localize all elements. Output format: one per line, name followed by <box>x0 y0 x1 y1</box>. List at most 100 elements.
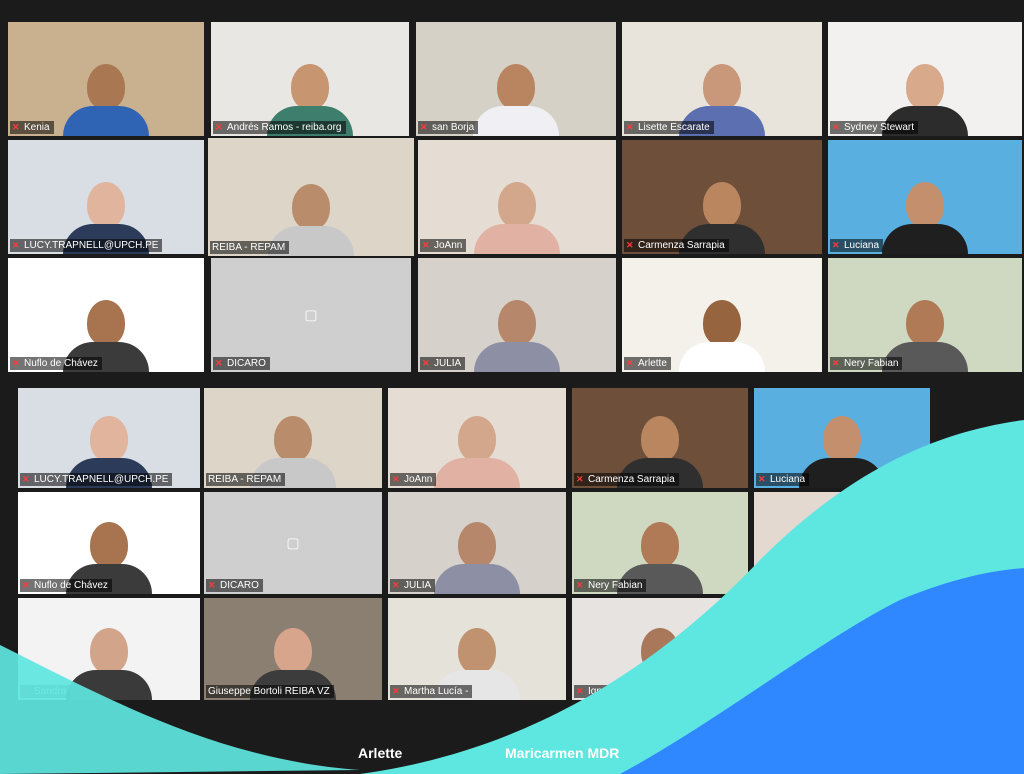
participant-tile[interactable]: ✕ JoAnn <box>418 140 616 254</box>
person-avatar <box>474 300 560 372</box>
participant-name: REIBA - REPAM <box>212 242 286 253</box>
person-avatar <box>882 182 968 254</box>
participant-namebar: ✕ JoAnn <box>390 473 437 486</box>
participant-namebar: ✕ Ignacio Poccena Chuve <box>574 685 698 698</box>
muted-mic-icon: ✕ <box>626 240 634 250</box>
participant-tile[interactable]: ▢ ✕ DICARO <box>211 258 411 372</box>
participant-video <box>208 138 414 256</box>
participant-video <box>418 140 616 254</box>
bottom-participant-name: Arlette <box>358 745 403 761</box>
participant-tile[interactable]: ✕ Carmenza Sarrapia <box>572 388 748 488</box>
participant-name: Martha Lucía - <box>404 686 469 697</box>
participant-name: Luciana <box>844 240 880 251</box>
participant-namebar: Giuseppe Bortoli REIBA VZ <box>206 685 334 698</box>
participant-tile[interactable]: ✕ Lisette Escarate <box>622 22 822 136</box>
person-avatar <box>434 522 520 594</box>
participant-name: Nery Fabian <box>844 358 899 369</box>
participant-namebar: ✕ LUCY.TRAPNELL@UPCH.PE <box>10 239 163 252</box>
participant-namebar: ✕ Arlette <box>624 357 671 370</box>
participant-tile[interactable]: ✕ JULIA <box>388 492 566 594</box>
participant-tile[interactable]: ✕ Ñuflo de Chávez <box>8 258 204 372</box>
participant-tile[interactable]: ✕ Ana María Misonera <box>754 492 930 594</box>
participant-video <box>622 22 822 136</box>
muted-mic-icon: ✕ <box>758 580 766 590</box>
participant-namebar: ✕ Kenia <box>10 121 54 134</box>
participant-tile[interactable]: ✕ Luciana <box>754 388 930 488</box>
participant-tile[interactable]: ✕ JoAnn <box>388 388 566 488</box>
participant-name: LUCY.TRAPNELL@UPCH.PE <box>34 474 169 485</box>
participant-namebar: ✕ san Borja <box>418 121 479 134</box>
muted-mic-icon: ✕ <box>12 358 20 368</box>
muted-mic-icon: ✕ <box>832 122 840 132</box>
participant-name: DICARO <box>227 358 266 369</box>
participant-namebar: REIBA - REPAM <box>206 473 286 486</box>
participant-namebar: ✕ Carmenza Sarrapia <box>574 473 679 486</box>
participant-tile[interactable]: ✕ Ñuflo de Chávez <box>18 492 200 594</box>
participant-tile[interactable]: ✕ san Borja <box>416 22 616 136</box>
person-avatar <box>799 416 885 488</box>
participant-name: JoAnn <box>404 474 433 485</box>
muted-mic-icon: ✕ <box>626 358 634 368</box>
participant-tile-active-speaker[interactable]: REIBA - REPAM <box>208 138 414 256</box>
person-avatar <box>473 64 559 136</box>
participant-namebar: ✕ LUCY.TRAPNELL@UPCH.PE <box>20 473 173 486</box>
participant-tile[interactable]: Giuseppe Bortoli REIBA VZ <box>204 598 382 700</box>
person-avatar <box>679 300 765 372</box>
muted-mic-icon: ✕ <box>208 580 216 590</box>
participant-namebar: ✕ Ñuflo de Chávez <box>20 579 112 592</box>
muted-mic-icon: ✕ <box>422 240 430 250</box>
participant-namebar: ✕ Martha Lucía - <box>390 685 473 698</box>
participant-video <box>8 258 204 372</box>
person-avatar <box>474 182 560 254</box>
muted-mic-icon: ✕ <box>392 686 400 696</box>
participant-name: LUCY.TRAPNELL@UPCH.PE <box>24 240 159 251</box>
participant-tile[interactable]: ✕ Ignacio Poccena Chuve <box>572 598 748 700</box>
muted-mic-icon: ✕ <box>215 122 223 132</box>
participant-namebar: REIBA - REPAM <box>210 241 290 254</box>
participant-video <box>622 258 822 372</box>
participant-tile[interactable]: ✕ Nery Fabian <box>828 258 1022 372</box>
participant-namebar: ✕ Luciana <box>830 239 884 252</box>
participant-name: REIBA - REPAM <box>208 474 282 485</box>
participant-namebar: ✕ JULIA <box>390 579 436 592</box>
participant-tile[interactable]: ✕ Luciana <box>828 140 1022 254</box>
participant-tile[interactable]: REIBA - REPAM <box>204 388 382 488</box>
participant-namebar: ✕ JULIA <box>420 357 466 370</box>
muted-mic-icon: ✕ <box>420 122 428 132</box>
participant-tile[interactable]: ✕ Carmenza Sarrapia <box>622 140 822 254</box>
participant-name: Arlette <box>638 358 667 369</box>
muted-mic-icon: ✕ <box>626 122 634 132</box>
participant-video <box>418 258 616 372</box>
participant-tile[interactable]: ✕ Arlette <box>622 258 822 372</box>
participant-namebar: ✕ Ñuflo de Chávez <box>10 357 102 370</box>
meeting-gallery: ✕ Kenia ✕ Andrés Ramos - reiba.org ✕ san Bo… <box>0 0 1024 774</box>
participant-tile[interactable]: ✕ Andrés Ramos - reiba.org <box>211 22 409 136</box>
participant-tile[interactable]: ✕ Sydney Stewart <box>828 22 1022 136</box>
muted-mic-icon: ✕ <box>22 474 30 484</box>
participant-video <box>416 22 616 136</box>
participant-tile[interactable]: ▢ ✕ DICARO <box>204 492 382 594</box>
participant-video <box>828 140 1022 254</box>
participant-name: Nery Fabian <box>588 580 643 591</box>
participant-name: DICARO <box>220 580 259 591</box>
participant-video <box>8 140 204 254</box>
participant-namebar: ✕ Andrés Ramos - reiba.org <box>213 121 346 134</box>
participant-tile[interactable]: ✕ Martha Lucía - <box>388 598 566 700</box>
participant-name: Luciana <box>770 474 806 485</box>
participant-name: Lisette Escarate <box>638 122 710 133</box>
person-avatar <box>63 64 149 136</box>
participant-namebar: ✕ Sandra <box>20 685 71 698</box>
participant-video <box>828 22 1022 136</box>
participant-tile[interactable]: ✕ Kenia <box>8 22 204 136</box>
participant-tile[interactable]: ✕ Sandra <box>18 598 200 700</box>
participant-namebar: ✕ Ana María Misonera <box>756 579 865 592</box>
participant-tile[interactable]: ✕ LUCY.TRAPNELL@UPCH.PE <box>18 388 200 488</box>
camera-off-icon: ▢ <box>304 306 318 323</box>
participant-tile[interactable]: ✕ Nery Fabian <box>572 492 748 594</box>
muted-mic-icon: ✕ <box>215 358 223 368</box>
participant-video <box>828 258 1022 372</box>
participant-name: Ñuflo de Chávez <box>24 358 98 369</box>
participant-tile[interactable]: ✕ LUCY.TRAPNELL@UPCH.PE <box>8 140 204 254</box>
participant-namebar: ✕ Carmenza Sarrapia <box>624 239 729 252</box>
participant-tile[interactable]: ✕ JULIA <box>418 258 616 372</box>
